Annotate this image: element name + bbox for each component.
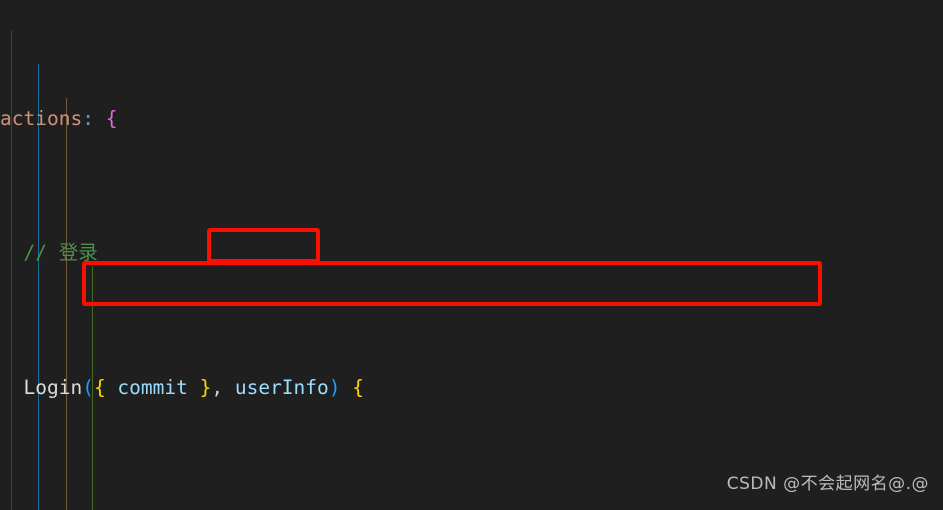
code-content[interactable]: actions: { // 登录 Login({ commit }, userI… xyxy=(0,0,943,510)
code-line-2[interactable]: // 登录 xyxy=(0,236,943,270)
token-obj-brace-close: } xyxy=(199,375,212,399)
token-obj-brace-open: { xyxy=(93,375,106,399)
token-actions-key: actions xyxy=(0,106,83,130)
token-comment-slashes: // xyxy=(23,241,47,265)
token-brace-open: { xyxy=(105,106,118,130)
token-paren-close: ) xyxy=(328,375,341,399)
token-login-method-name: Login xyxy=(23,375,83,399)
token-comma: , xyxy=(211,375,235,399)
token-comment-text: 登录 xyxy=(46,241,98,265)
code-editor-screenshot: actions: { // 登录 Login({ commit }, userI… xyxy=(0,0,943,510)
code-line-4[interactable]: const username = userInfo.username.trim(… xyxy=(0,505,943,510)
csdn-watermark: CSDN @不会起网名@.@ xyxy=(726,474,929,495)
token-param-userinfo: userInfo xyxy=(234,375,329,399)
code-line-3[interactable]: Login({ commit }, userInfo) { xyxy=(0,371,943,405)
code-line-1[interactable]: actions: { xyxy=(0,102,943,136)
token-colon: : xyxy=(82,106,94,130)
token-param-commit: commit xyxy=(105,375,200,399)
token-paren-open: ( xyxy=(82,375,94,399)
token-body-brace-open: { xyxy=(340,375,364,399)
